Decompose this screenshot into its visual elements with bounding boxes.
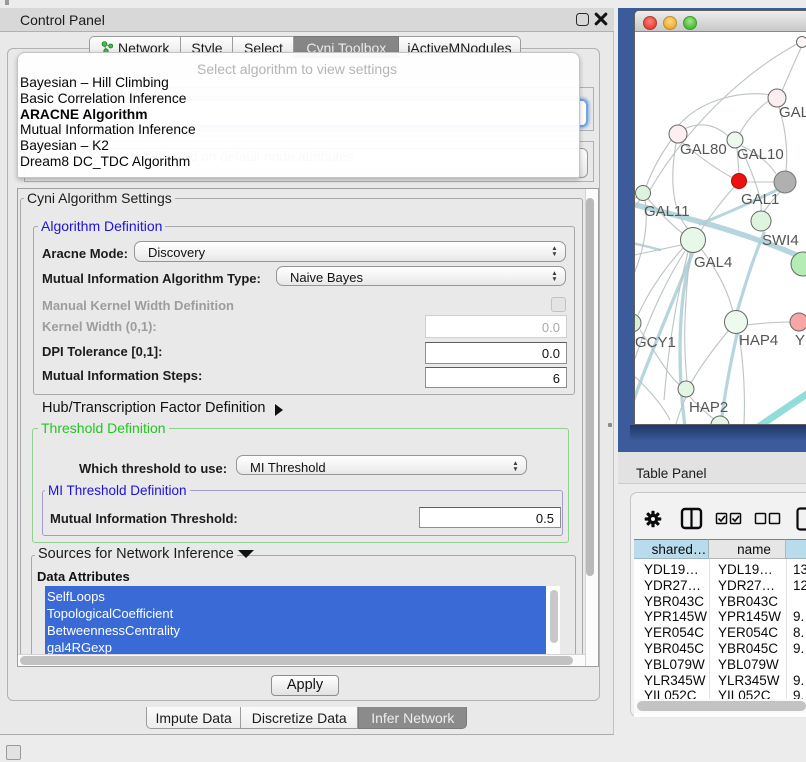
svg-text:GAL11: GAL11 xyxy=(644,203,690,220)
svg-text:GAL4: GAL4 xyxy=(694,254,732,271)
svg-text:SWI4: SWI4 xyxy=(762,232,799,249)
svg-text:GAL10: GAL10 xyxy=(737,146,784,163)
svg-text:HAP4: HAP4 xyxy=(739,332,778,349)
svg-text:GAL1: GAL1 xyxy=(741,191,779,208)
svg-text:GCY1: GCY1 xyxy=(635,334,676,351)
svg-text:GAL7: GAL7 xyxy=(779,104,806,121)
svg-text:HAP2: HAP2 xyxy=(689,399,728,416)
svg-text:GAL80: GAL80 xyxy=(680,141,727,158)
svg-text:YM: YM xyxy=(795,332,806,349)
